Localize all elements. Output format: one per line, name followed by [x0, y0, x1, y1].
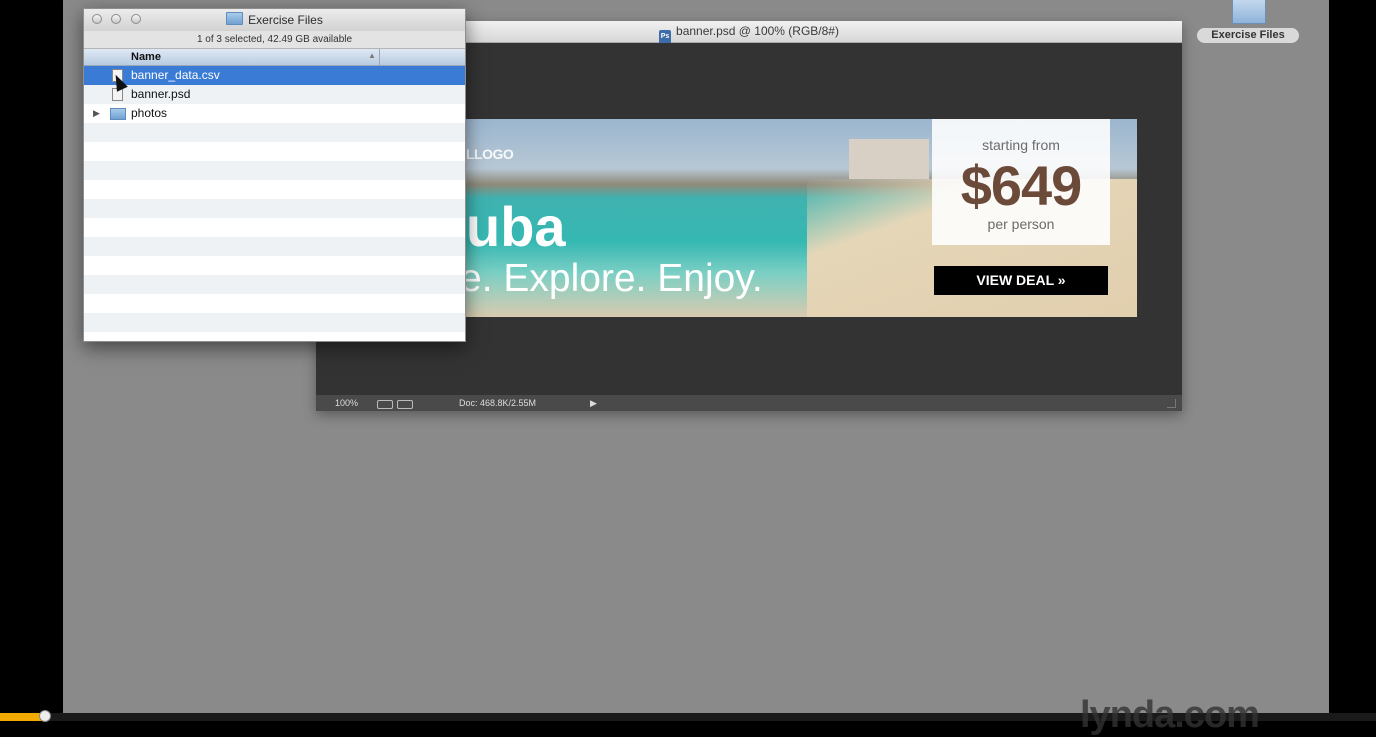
empty-row	[84, 161, 465, 180]
finder-titlebar[interactable]: Exercise Files	[84, 9, 465, 31]
empty-row	[84, 313, 465, 332]
name-column-header[interactable]: Name	[131, 49, 161, 65]
share-icon[interactable]	[397, 400, 413, 409]
lynda-watermark: lynda.com	[1080, 694, 1260, 736]
list-item-label: banner.psd	[131, 87, 191, 101]
resize-grip-icon[interactable]	[1167, 399, 1176, 408]
banner-logo: LLOGO	[466, 146, 514, 162]
proof-icon[interactable]	[377, 400, 393, 409]
empty-row	[84, 142, 465, 161]
column-header[interactable]: Name ▲	[84, 49, 465, 66]
sort-ascending-icon: ▲	[368, 51, 376, 60]
per-person-label: per person	[987, 216, 1055, 232]
letterbox-right	[1329, 0, 1376, 721]
price-box: starting from $649 per person	[932, 119, 1110, 245]
status-menu-arrow-icon[interactable]: ▶	[590, 395, 597, 411]
empty-row	[84, 294, 465, 313]
doc-size: Doc: 468.8K/2.55M	[459, 398, 537, 408]
file-list: banner_data.csv banner.psd ▶ photos	[84, 66, 465, 341]
ps-document-title: banner.psd @ 100% (RGB/8#)	[676, 24, 839, 38]
finder-info-bar: 1 of 3 selected, 42.49 GB available	[84, 31, 465, 49]
list-item-label: banner_data.csv	[131, 68, 220, 82]
psd-file-icon: Ps	[659, 30, 672, 44]
finder-title: Exercise Files	[84, 9, 465, 31]
disclosure-triangle-icon[interactable]: ▶	[93, 104, 100, 123]
view-deal-button: VIEW DEAL »	[934, 266, 1108, 295]
folder-icon	[226, 12, 244, 25]
starting-from-label: starting from	[982, 137, 1060, 153]
finder-title-text: Exercise Files	[248, 13, 323, 27]
ps-statusbar: 100% Doc: 468.8K/2.55M ▶	[316, 395, 1182, 411]
banner-artwork: LLOGO uba e. Explore. Enjoy. starting fr…	[466, 119, 1137, 317]
desktop-folder-icon[interactable]	[1232, 0, 1266, 24]
folder-icon	[110, 108, 126, 120]
finder-window: Exercise Files 1 of 3 selected, 42.49 GB…	[83, 8, 466, 342]
video-scrubber-knob[interactable]	[39, 710, 51, 722]
banner-tagline: e. Explore. Enjoy.	[466, 257, 763, 300]
column-divider[interactable]	[379, 49, 380, 65]
empty-row	[84, 275, 465, 294]
empty-row	[84, 123, 465, 142]
hotel-building	[849, 139, 929, 179]
list-item-banner-psd[interactable]: banner.psd	[84, 85, 465, 104]
empty-row	[84, 218, 465, 237]
banner-destination: uba	[466, 195, 566, 258]
empty-row	[84, 332, 465, 341]
empty-row	[84, 180, 465, 199]
empty-row	[84, 199, 465, 218]
status-icons	[377, 398, 417, 409]
desktop-icon-label[interactable]: Exercise Files	[1197, 28, 1299, 43]
zoom-level[interactable]: 100%	[335, 395, 358, 411]
empty-row	[84, 256, 465, 275]
list-item-photos[interactable]: ▶ photos	[84, 104, 465, 123]
price: $649	[960, 154, 1083, 217]
list-item-label: photos	[131, 106, 168, 120]
list-item-banner-data-csv[interactable]: banner_data.csv	[84, 66, 465, 85]
empty-row	[84, 237, 465, 256]
